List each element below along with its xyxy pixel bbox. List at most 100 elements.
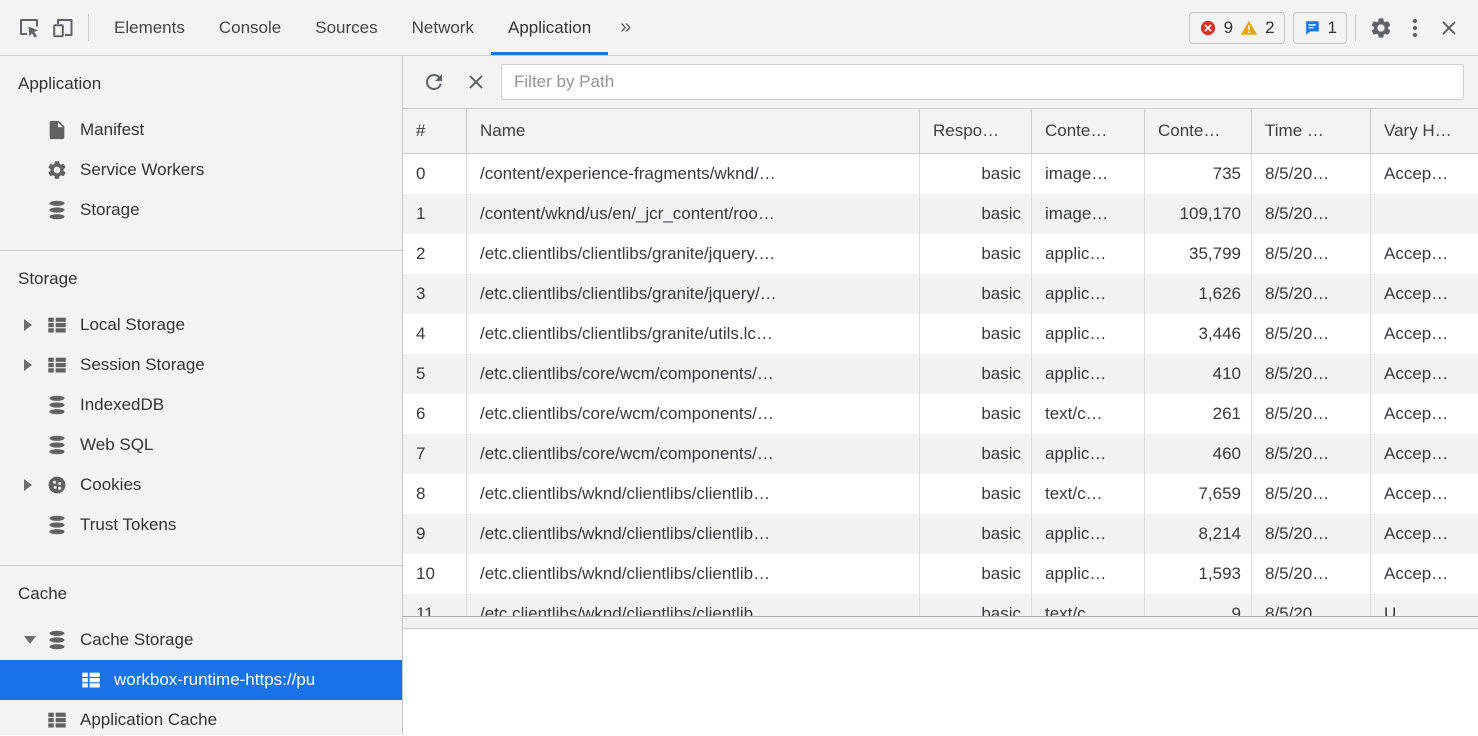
console-errors-warnings-badge[interactable]: 9 2 — [1189, 12, 1285, 44]
sidebar-item-trust-tokens[interactable]: Trust Tokens — [0, 505, 402, 545]
expand-arrow-icon[interactable] — [24, 359, 32, 371]
table-cell: 8/5/20… — [1252, 514, 1371, 554]
table-cell: Accep… — [1371, 394, 1478, 434]
sidebar-item-service-workers[interactable]: Service Workers — [0, 150, 402, 190]
inspect-element-button[interactable] — [12, 0, 46, 55]
sidebar-item-workbox-runtime-https-pu[interactable]: workbox-runtime-https://pu — [0, 660, 402, 700]
table-cell: basic — [920, 274, 1032, 314]
sidebar-item-storage[interactable]: Storage — [0, 190, 402, 230]
table-cell: basic — [920, 314, 1032, 354]
table-icon — [80, 669, 102, 691]
expand-arrow-icon[interactable] — [24, 319, 32, 331]
sidebar-item-manifest[interactable]: Manifest — [0, 110, 402, 150]
tab-console[interactable]: Console — [202, 0, 298, 55]
expand-arrow-icon[interactable] — [24, 479, 32, 491]
table-cell: /etc.clientlibs/wknd/clientlibs/clientli… — [467, 554, 920, 594]
table-cell: Accep… — [1371, 274, 1478, 314]
table-cell: 0 — [403, 154, 467, 194]
horizontal-scrollbar[interactable] — [403, 616, 1478, 629]
delete-selected-button[interactable] — [459, 65, 493, 99]
settings-button[interactable] — [1364, 0, 1398, 55]
kebab-menu-icon — [1403, 16, 1427, 40]
sidebar-item-application-cache[interactable]: Application Cache — [0, 700, 402, 735]
cache-entry-row[interactable]: 3/etc.clientlibs/clientlibs/granite/jque… — [403, 274, 1478, 314]
table-cell: text/c… — [1032, 594, 1145, 616]
table-cell: applic… — [1032, 434, 1145, 474]
table-cell: Accep… — [1371, 354, 1478, 394]
cache-entry-row[interactable]: 8/etc.clientlibs/wknd/clientlibs/clientl… — [403, 474, 1478, 514]
table-cell: 9 — [403, 514, 467, 554]
sidebar-item-local-storage[interactable]: Local Storage — [0, 305, 402, 345]
table-cell: 8 — [403, 474, 467, 514]
table-cell: basic — [920, 514, 1032, 554]
table-cell: 1,626 — [1145, 274, 1252, 314]
cache-entry-row[interactable]: 7/etc.clientlibs/core/wcm/components/…ba… — [403, 434, 1478, 474]
column-header[interactable]: Respo… — [920, 109, 1032, 153]
table-cell: Accep… — [1371, 154, 1478, 194]
cache-entry-row[interactable]: 9/etc.clientlibs/wknd/clientlibs/clientl… — [403, 514, 1478, 554]
column-header[interactable]: Vary H… — [1371, 109, 1478, 153]
application-sidebar: Application Manifest Service Workers Sto… — [0, 56, 403, 735]
sidebar-item-web-sql[interactable]: Web SQL — [0, 425, 402, 465]
column-header[interactable]: Conte… — [1145, 109, 1252, 153]
more-tabs-button[interactable]: » — [608, 0, 643, 55]
close-devtools-button[interactable] — [1432, 0, 1466, 55]
table-cell: 4 — [403, 314, 467, 354]
table-cell: /content/experience-fragments/wknd/… — [467, 154, 920, 194]
table-cell: 1,593 — [1145, 554, 1252, 594]
column-header[interactable]: Time … — [1252, 109, 1371, 153]
tab-application[interactable]: Application — [491, 0, 608, 55]
table-cell: Accep… — [1371, 234, 1478, 274]
tab-sources[interactable]: Sources — [298, 0, 394, 55]
cache-storage-view: #NameRespo…Conte…Conte…Time …Vary H… 0/c… — [403, 56, 1478, 735]
table-cell: 261 — [1145, 394, 1252, 434]
tab-elements[interactable]: Elements — [97, 0, 202, 55]
x-icon — [466, 72, 486, 92]
cache-entry-row[interactable]: 6/etc.clientlibs/core/wcm/components/…ba… — [403, 394, 1478, 434]
table-cell: U… — [1371, 594, 1478, 616]
panel-tabs: ElementsConsoleSourcesNetworkApplication — [97, 0, 608, 55]
column-header[interactable]: Conte… — [1032, 109, 1145, 153]
refresh-button[interactable] — [417, 65, 451, 99]
sidebar-item-indexeddb[interactable]: IndexedDB — [0, 385, 402, 425]
table-cell: 8/5/20… — [1252, 354, 1371, 394]
cache-entry-row[interactable]: 11/etc.clientlibs/wknd/clientlibs/client… — [403, 594, 1478, 616]
table-cell: 8/5/20… — [1252, 434, 1371, 474]
application-panel: Application Manifest Service Workers Sto… — [0, 56, 1478, 735]
table-cell: Accep… — [1371, 554, 1478, 594]
cache-entry-row[interactable]: 10/etc.clientlibs/wknd/clientlibs/client… — [403, 554, 1478, 594]
cache-entry-row[interactable]: 5/etc.clientlibs/core/wcm/components/…ba… — [403, 354, 1478, 394]
cache-entry-row[interactable]: 2/etc.clientlibs/clientlibs/granite/jque… — [403, 234, 1478, 274]
issues-count: 1 — [1328, 18, 1337, 38]
table-cell: 7 — [403, 434, 467, 474]
cache-entry-row[interactable]: 0/content/experience-fragments/wknd/…bas… — [403, 154, 1478, 194]
cookie-icon — [46, 474, 68, 496]
tab-network[interactable]: Network — [395, 0, 491, 55]
collapse-arrow-icon[interactable] — [24, 636, 36, 644]
device-toolbar-button[interactable] — [46, 0, 80, 55]
table-cell: /content/wknd/us/en/_jcr_content/roo… — [467, 194, 920, 234]
column-header[interactable]: # — [403, 109, 467, 153]
sidebar-section: Application Manifest Service Workers Sto… — [0, 56, 402, 251]
database-icon — [46, 434, 68, 456]
table-cell: 5 — [403, 354, 467, 394]
issues-badge[interactable]: 1 — [1293, 12, 1347, 44]
table-cell: /etc.clientlibs/wknd/clientlibs/clientli… — [467, 594, 920, 616]
sidebar-item-session-storage[interactable]: Session Storage — [0, 345, 402, 385]
error-icon — [1199, 19, 1217, 37]
table-cell: 8/5/20… — [1252, 394, 1371, 434]
table-cell: 109,170 — [1145, 194, 1252, 234]
table-cell: applic… — [1032, 274, 1145, 314]
devtools-menu-button[interactable] — [1398, 0, 1432, 55]
filter-by-path-input[interactable] — [501, 64, 1464, 100]
cache-entry-row[interactable]: 4/etc.clientlibs/clientlibs/granite/util… — [403, 314, 1478, 354]
table-cell: 9 — [1145, 594, 1252, 616]
cache-entry-row[interactable]: 1/content/wknd/us/en/_jcr_content/roo…ba… — [403, 194, 1478, 234]
sidebar-item-cache-storage[interactable]: Cache Storage — [0, 620, 402, 660]
refresh-icon — [422, 70, 446, 94]
sidebar-section-title: Cache — [0, 584, 402, 604]
gear-icon — [1369, 16, 1393, 40]
column-header[interactable]: Name — [467, 109, 920, 153]
device-toolbar-icon — [51, 16, 75, 40]
sidebar-item-cookies[interactable]: Cookies — [0, 465, 402, 505]
